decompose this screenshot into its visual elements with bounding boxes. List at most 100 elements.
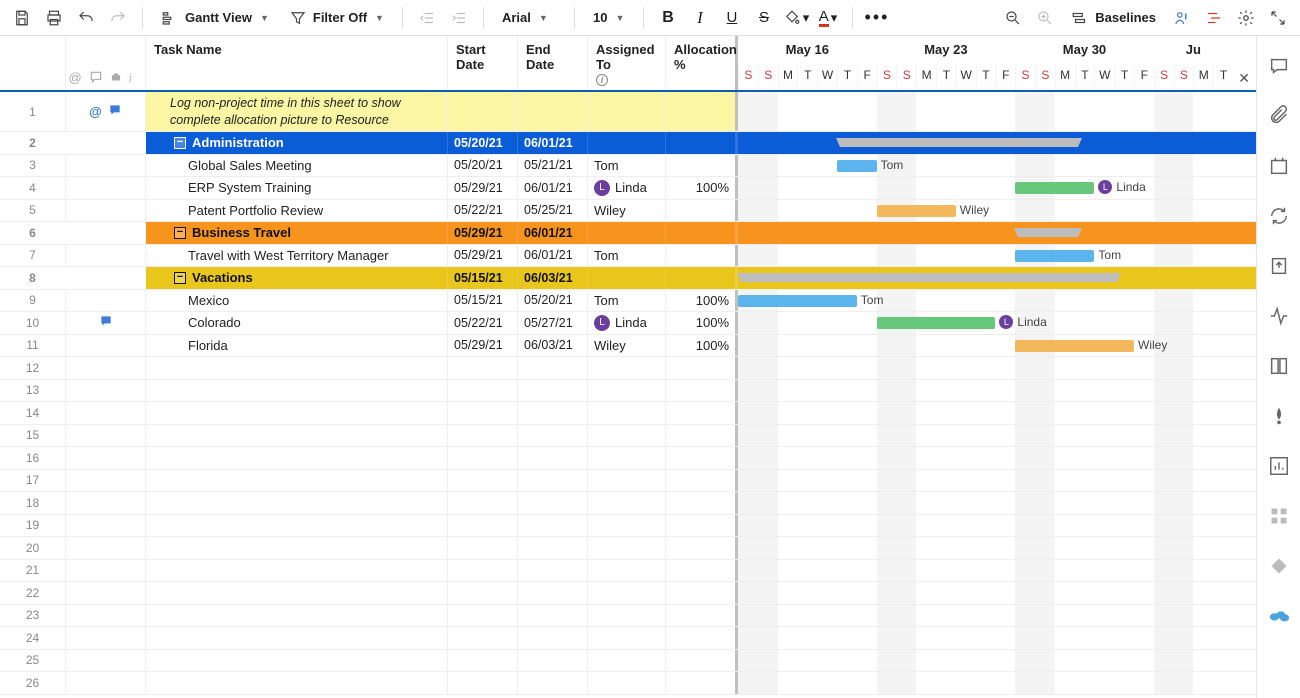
task-row[interactable]: 4 ERP System Training 05/29/2106/01/21 L… — [0, 177, 1256, 200]
empty-row[interactable]: 22 — [0, 582, 1256, 605]
undo-button[interactable] — [72, 4, 100, 32]
italic-button[interactable]: I — [686, 4, 714, 32]
right-rail — [1256, 36, 1300, 698]
gantt-bar[interactable] — [877, 205, 956, 217]
comment-icon[interactable] — [99, 314, 113, 331]
redo-button[interactable] — [104, 4, 132, 32]
gantt-bar[interactable] — [837, 160, 877, 172]
fontsize-label: 10 — [593, 10, 607, 25]
empty-row[interactable]: 14 — [0, 402, 1256, 425]
empty-row[interactable]: 23 — [0, 605, 1256, 628]
assignee-name: Linda — [615, 315, 647, 330]
gantt-bar[interactable] — [1015, 182, 1094, 194]
collapse-toggle[interactable]: − — [174, 272, 186, 284]
enddate-header[interactable]: End Date — [518, 36, 588, 90]
gantt-bar[interactable] — [1015, 250, 1094, 262]
zoom-out-button[interactable] — [999, 4, 1027, 32]
collapse-toggle[interactable]: − — [174, 137, 186, 149]
empty-row[interactable]: 12 — [0, 357, 1256, 380]
gantt-bar[interactable] — [1015, 340, 1134, 352]
brandfolder-icon[interactable] — [1267, 404, 1291, 428]
empty-row[interactable]: 26 — [0, 672, 1256, 695]
indicators-header: @ i — [66, 36, 146, 90]
link-icon[interactable]: @ — [89, 104, 102, 119]
empty-row[interactable]: 19 — [0, 515, 1256, 538]
task-name: Travel with West Territory Manager — [188, 248, 389, 263]
indent-button[interactable] — [445, 4, 473, 32]
fill-color-button[interactable]: ▾ — [782, 4, 810, 32]
empty-row[interactable]: 15 — [0, 425, 1256, 448]
group-row[interactable]: 8 −Vacations 05/15/2106/03/21 — [0, 267, 1256, 290]
grid-body: 1 @ Log non-project time in this sheet t… — [0, 92, 1256, 695]
fontsize-selector[interactable]: 10▼ — [585, 4, 633, 32]
info-header-icon: i — [129, 70, 143, 84]
empty-row[interactable]: 20 — [0, 537, 1256, 560]
group-row[interactable]: 2 −Administration 05/20/2106/01/21 — [0, 132, 1256, 155]
empty-row[interactable]: 21 — [0, 560, 1256, 583]
save-button[interactable] — [8, 4, 36, 32]
column-headers: @ i Task Name Start Date End Date Assign… — [0, 36, 1256, 92]
bar-label: Tom — [881, 158, 904, 172]
task-row[interactable]: 5 Patent Portfolio Review 05/22/2105/25/… — [0, 200, 1256, 223]
view-selector[interactable]: Gantt View ▼ — [153, 4, 277, 32]
bold-button[interactable]: B — [654, 4, 682, 32]
underline-button[interactable]: U — [718, 4, 746, 32]
gantt-bar[interactable] — [738, 295, 857, 307]
allocation-header[interactable]: Allocation % — [666, 36, 738, 90]
baselines-button[interactable]: Baselines — [1063, 4, 1164, 32]
filter-selector[interactable]: Filter Off ▼ — [281, 4, 392, 32]
filter-label: Filter Off — [313, 10, 367, 25]
attachments-icon[interactable] — [1267, 104, 1291, 128]
bar-label: Tom — [861, 293, 884, 307]
task-row[interactable]: 7 Travel with West Territory Manager 05/… — [0, 245, 1256, 268]
zoom-in-button[interactable] — [1031, 4, 1059, 32]
apps-icon[interactable] — [1267, 504, 1291, 528]
group-name: Vacations — [192, 270, 253, 285]
empty-row[interactable]: 13 — [0, 380, 1256, 403]
task-row[interactable]: 9 Mexico 05/15/2105/20/21 Tom 100% Tom — [0, 290, 1256, 313]
view-label: Gantt View — [185, 10, 252, 25]
note-row[interactable]: 1 @ Log non-project time in this sheet t… — [0, 92, 1256, 132]
task-row[interactable]: 11 Florida 05/29/2106/03/21 Wiley 100% W… — [0, 335, 1256, 358]
publish-icon[interactable] — [1267, 254, 1291, 278]
more-button[interactable]: ••• — [863, 4, 891, 32]
empty-row[interactable]: 24 — [0, 627, 1256, 650]
group-row[interactable]: 6 −Business Travel 05/29/2106/01/21 — [0, 222, 1256, 245]
chart-rail-icon[interactable] — [1267, 454, 1291, 478]
summary-icon[interactable] — [1267, 354, 1291, 378]
bar-label: Linda — [1116, 180, 1145, 194]
salesforce-icon[interactable] — [1267, 604, 1291, 628]
proofs-icon[interactable] — [1267, 154, 1291, 178]
taskname-header[interactable]: Task Name — [146, 36, 448, 90]
print-button[interactable] — [40, 4, 68, 32]
critical-path-button[interactable] — [1200, 4, 1228, 32]
strikethrough-button[interactable]: S — [750, 4, 778, 32]
empty-row[interactable]: 17 — [0, 470, 1256, 493]
empty-row[interactable]: 18 — [0, 492, 1256, 515]
activity-log-icon[interactable] — [1267, 304, 1291, 328]
font-selector[interactable]: Arial▼ — [494, 4, 564, 32]
assignee-name: Tom — [594, 293, 619, 308]
outdent-button[interactable] — [413, 4, 441, 32]
conversations-icon[interactable] — [1267, 54, 1291, 78]
people-button[interactable] — [1168, 4, 1196, 32]
startdate-header[interactable]: Start Date — [448, 36, 518, 90]
task-name: Patent Portfolio Review — [188, 203, 323, 218]
assignee-name: Tom — [594, 158, 619, 173]
text-color-button[interactable]: A▾ — [814, 4, 842, 32]
collapse-button[interactable] — [1264, 4, 1292, 32]
dynamic-view-icon[interactable] — [1267, 554, 1291, 578]
settings-button[interactable] — [1232, 4, 1260, 32]
empty-row[interactable]: 25 — [0, 650, 1256, 673]
collapse-toggle[interactable]: − — [174, 227, 186, 239]
task-row[interactable]: 3 Global Sales Meeting 05/20/2105/21/21 … — [0, 155, 1256, 178]
empty-row[interactable]: 16 — [0, 447, 1256, 470]
task-row[interactable]: 10 Colorado 05/22/2105/27/21 LLinda 100%… — [0, 312, 1256, 335]
assigned-header[interactable]: Assigned Toi — [588, 36, 666, 90]
toolbar: Gantt View ▼ Filter Off ▼ Arial▼ 10▼ B I… — [0, 0, 1300, 36]
gantt-bar[interactable] — [877, 317, 996, 329]
comment-icon[interactable] — [108, 103, 122, 120]
bar-label: Linda — [1017, 315, 1046, 329]
update-requests-icon[interactable] — [1267, 204, 1291, 228]
close-timeline-icon[interactable]: ✕ — [1238, 70, 1250, 87]
